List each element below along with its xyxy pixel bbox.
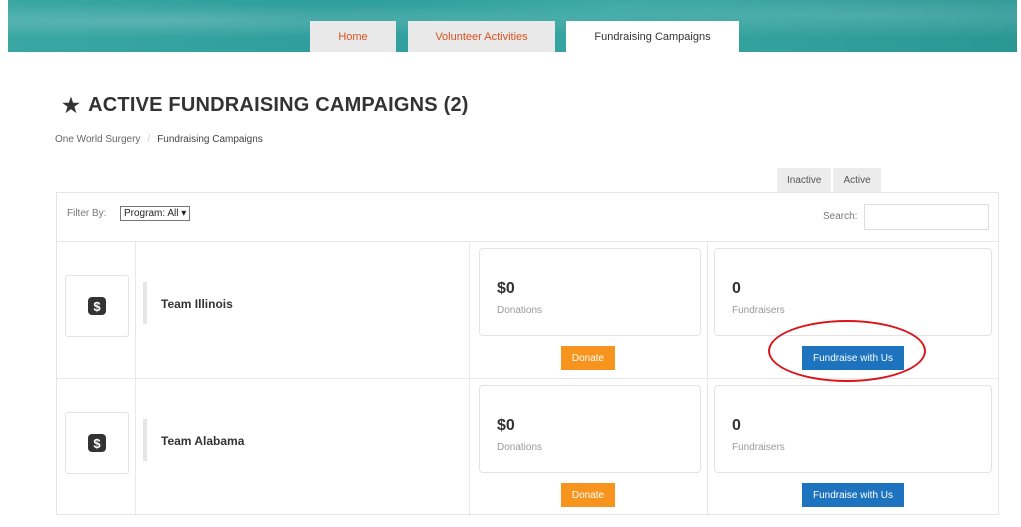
campaign-row: $ Team Illinois $0 Donations 0 Fundraise… bbox=[57, 242, 998, 379]
donations-card: $0 Donations bbox=[479, 248, 701, 336]
team-accent-bar bbox=[143, 419, 147, 461]
donations-value: $0 bbox=[497, 280, 515, 297]
tab-volunteer-activities[interactable]: Volunteer Activities bbox=[408, 21, 555, 52]
tab-fundraising-campaigns[interactable]: Fundraising Campaigns bbox=[566, 21, 739, 52]
filter-row: Filter By: Program: All ▾ Search: bbox=[57, 193, 998, 242]
divider bbox=[707, 379, 708, 516]
breadcrumb-current: Fundraising Campaigns bbox=[157, 134, 263, 145]
campaign-row: $ Team Alabama $0 Donations 0 Fundraiser… bbox=[57, 379, 998, 516]
fundraisers-label: Fundraisers bbox=[732, 442, 785, 453]
campaign-logo[interactable]: $ bbox=[65, 275, 129, 337]
dollar-icon: $ bbox=[88, 297, 106, 315]
tab-active[interactable]: Active bbox=[833, 168, 881, 192]
search-label: Search: bbox=[823, 211, 858, 222]
tab-inactive[interactable]: Inactive bbox=[777, 168, 832, 192]
divider bbox=[469, 242, 470, 379]
divider bbox=[707, 242, 708, 379]
donations-card: $0 Donations bbox=[479, 385, 701, 473]
fundraisers-label: Fundraisers bbox=[732, 305, 785, 316]
tab-home[interactable]: Home bbox=[310, 21, 396, 52]
fundraise-with-us-button[interactable]: Fundraise with Us bbox=[802, 483, 904, 507]
dollar-icon: $ bbox=[88, 434, 106, 452]
campaign-name[interactable]: Team Illinois bbox=[161, 297, 233, 311]
breadcrumb-separator: / bbox=[147, 134, 151, 145]
program-filter-select[interactable]: Program: All ▾ bbox=[120, 206, 191, 221]
page-title-text: ACTIVE FUNDRAISING CAMPAIGNS (2) bbox=[88, 94, 469, 116]
donations-label: Donations bbox=[497, 442, 543, 453]
team-accent-bar bbox=[143, 282, 147, 324]
campaign-name[interactable]: Team Alabama bbox=[161, 434, 244, 448]
search-input[interactable] bbox=[864, 204, 989, 230]
fundraisers-card: 0 Fundraisers bbox=[714, 248, 992, 336]
status-tabs: Inactive Active bbox=[777, 168, 881, 192]
fundraisers-value: 0 bbox=[732, 280, 741, 297]
campaigns-panel: Filter By: Program: All ▾ Search: $ Team… bbox=[56, 192, 999, 516]
campaign-logo[interactable]: $ bbox=[65, 412, 129, 474]
donate-button[interactable]: Donate bbox=[561, 483, 615, 507]
divider bbox=[135, 242, 136, 379]
page-title: ★ ACTIVE FUNDRAISING CAMPAIGNS (2) bbox=[62, 93, 469, 118]
breadcrumb-root[interactable]: One World Surgery bbox=[55, 134, 140, 145]
donations-value: $0 bbox=[497, 417, 515, 434]
filter-label: Filter By: bbox=[67, 208, 107, 219]
divider bbox=[135, 379, 136, 516]
donations-label: Donations bbox=[497, 305, 543, 316]
fundraisers-value: 0 bbox=[732, 417, 741, 434]
divider bbox=[469, 379, 470, 516]
star-icon: ★ bbox=[62, 95, 81, 117]
breadcrumb: One World Surgery / Fundraising Campaign… bbox=[55, 134, 263, 145]
donate-button[interactable]: Donate bbox=[561, 346, 615, 370]
fundraise-with-us-button[interactable]: Fundraise with Us bbox=[802, 346, 904, 370]
fundraisers-card: 0 Fundraisers bbox=[714, 385, 992, 473]
